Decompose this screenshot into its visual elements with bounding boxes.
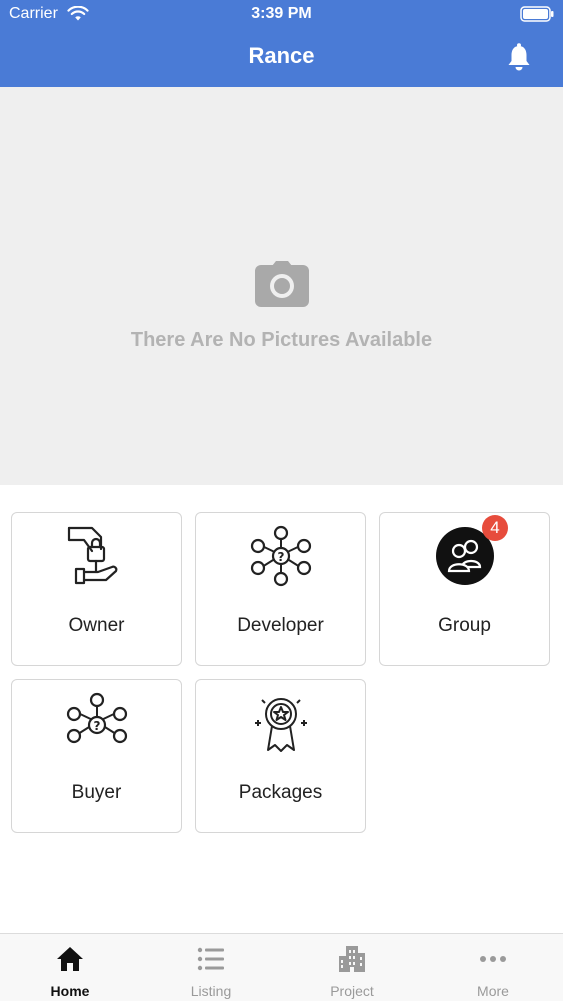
app-header: Carrier 3:39 PM Rance <box>0 0 563 87</box>
tab-more-label: More <box>477 983 509 999</box>
photo-gallery: There Are No Pictures Available <box>0 87 563 485</box>
battery-icon <box>520 6 554 22</box>
list-icon <box>197 947 224 971</box>
tab-project[interactable]: Project <box>282 934 422 1001</box>
award-badge-icon <box>254 698 307 752</box>
developer-tile[interactable]: ? Developer <box>195 512 366 666</box>
more-dots-icon <box>480 956 506 962</box>
tab-listing[interactable]: Listing <box>141 934 281 1001</box>
owner-tile-label: Owner <box>68 615 125 636</box>
bottom-tab-bar: Home Listing Project More <box>0 933 563 1001</box>
developer-network-icon: ? <box>250 525 311 587</box>
tab-more[interactable]: More <box>423 934 563 1001</box>
tab-listing-label: Listing <box>190 983 232 999</box>
buyer-tile[interactable]: ? Buyer <box>11 679 182 833</box>
notification-bell-icon[interactable] <box>505 42 533 72</box>
building-icon <box>339 946 365 972</box>
empty-gallery-message: There Are No Pictures Available <box>130 329 433 351</box>
status-bar: Carrier 3:39 PM <box>0 0 563 30</box>
svg-text:?: ? <box>277 550 284 564</box>
packages-tile[interactable]: Packages <box>195 679 366 833</box>
tab-project-label: Project <box>330 983 374 999</box>
camera-icon <box>255 261 309 307</box>
tab-home-label: Home <box>50 983 90 999</box>
group-tile[interactable]: 4 Group <box>379 512 550 666</box>
owner-tile[interactable]: Owner <box>11 512 182 666</box>
owner-hand-key-icon <box>67 526 117 585</box>
group-notification-badge: 4 <box>482 515 508 541</box>
tab-home[interactable]: Home <box>0 934 140 1001</box>
developer-tile-label: Developer <box>237 615 324 636</box>
buyer-tile-label: Buyer <box>71 782 122 803</box>
packages-tile-label: Packages <box>238 782 323 803</box>
status-time: 3:39 PM <box>251 5 312 22</box>
buyer-network-icon: ? <box>66 692 127 744</box>
page-title: Rance <box>248 43 315 68</box>
group-tile-label: Group <box>438 615 491 636</box>
svg-text:?: ? <box>93 719 100 733</box>
home-icon <box>57 947 83 971</box>
